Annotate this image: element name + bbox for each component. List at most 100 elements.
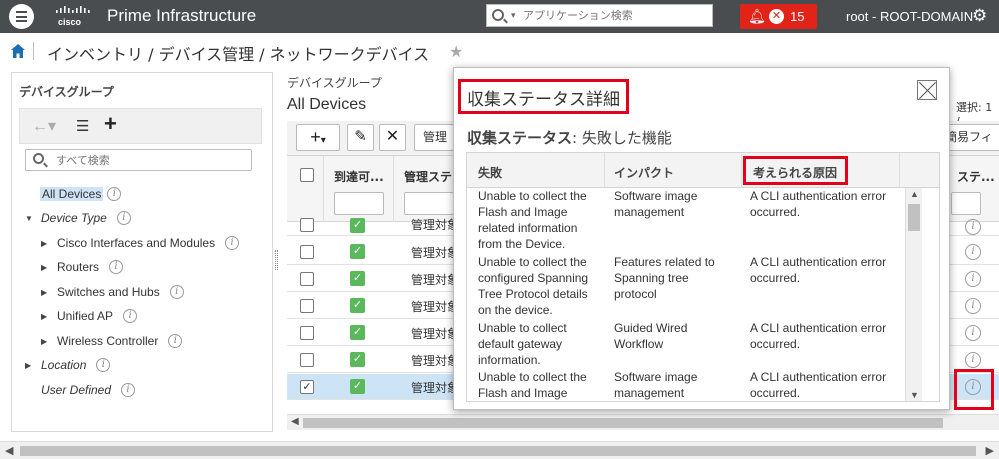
page-horizontal-scrollbar[interactable]: ◀ ▶ bbox=[0, 441, 999, 459]
info-icon[interactable]: i bbox=[121, 383, 136, 397]
expand-right-icon[interactable]: ▶ bbox=[41, 263, 53, 272]
info-icon[interactable]: i bbox=[107, 187, 122, 201]
row-info[interactable]: i bbox=[965, 270, 981, 287]
info-icon[interactable]: i bbox=[168, 334, 183, 348]
chevron-down-icon[interactable]: ▾ bbox=[511, 10, 516, 21]
column-impact[interactable]: インパクト bbox=[614, 164, 674, 181]
row-checkbox[interactable] bbox=[300, 326, 314, 340]
expand-right-icon[interactable]: ▶ bbox=[41, 337, 53, 346]
info-icon[interactable]: i bbox=[965, 298, 981, 314]
close-icon[interactable] bbox=[917, 80, 937, 100]
failure-row: Unable to collect the Flash and Image So… bbox=[467, 369, 905, 401]
search-icon bbox=[492, 9, 504, 21]
info-icon[interactable]: i bbox=[116, 211, 131, 225]
popup-vertical-scrollbar[interactable]: ▲ ▼ bbox=[905, 188, 922, 401]
delete-button[interactable]: ✕ bbox=[379, 124, 406, 151]
scroll-left-icon[interactable]: ◀ bbox=[291, 416, 299, 427]
scrollbar-thumb[interactable] bbox=[908, 204, 920, 231]
reachable-icon: ✓ bbox=[350, 298, 365, 313]
manage-button[interactable]: 管理 bbox=[414, 124, 454, 151]
column-reachability[interactable]: 到達可... bbox=[334, 168, 384, 185]
reachability-filter[interactable] bbox=[334, 192, 384, 215]
tree-item-device-type[interactable]: ▼ Device Type i bbox=[25, 208, 131, 228]
row-checkbox[interactable] bbox=[300, 299, 314, 313]
expand-right-icon[interactable]: ▶ bbox=[41, 288, 53, 297]
scroll-down-icon[interactable]: ▼ bbox=[910, 390, 919, 400]
info-icon[interactable]: i bbox=[965, 219, 981, 235]
breadcrumb-separator bbox=[33, 42, 34, 60]
info-icon[interactable]: i bbox=[169, 285, 184, 299]
row-info[interactable]: i bbox=[965, 243, 981, 260]
tree-item-user-defined[interactable]: User Defined i bbox=[41, 380, 136, 400]
info-icon[interactable]: i bbox=[965, 244, 981, 260]
failure-cell: Unable to collect the Flash and Image re… bbox=[478, 189, 587, 251]
info-icon[interactable]: i bbox=[965, 352, 981, 368]
app-search[interactable]: ▾ bbox=[486, 4, 713, 27]
tree-item-cisco-interfaces[interactable]: ▶ Cisco Interfaces and Modules i bbox=[41, 233, 240, 253]
add-device-button[interactable]: +▾ bbox=[296, 124, 340, 151]
add-group-icon[interactable]: + bbox=[104, 111, 117, 137]
column-divider bbox=[741, 153, 742, 188]
column-divider bbox=[323, 156, 324, 222]
row-info[interactable]: i bbox=[965, 297, 981, 314]
tree-item-switches[interactable]: ▶ Switches and Hubs i bbox=[41, 282, 184, 302]
scroll-up-icon[interactable]: ▲ bbox=[910, 189, 919, 199]
alarm-button[interactable]: 🔔︎ ✕ 15 bbox=[740, 4, 817, 29]
home-icon[interactable] bbox=[11, 44, 25, 58]
impact-cell: Guided Wired Workflow bbox=[614, 321, 688, 351]
gear-icon[interactable]: ⚙ bbox=[972, 6, 987, 26]
subtitle-rest: : 失敗した機能 bbox=[572, 129, 672, 147]
menu-icon[interactable] bbox=[9, 4, 34, 29]
row-info[interactable]: i bbox=[965, 218, 981, 235]
scroll-left-icon[interactable]: ◀ bbox=[5, 444, 13, 457]
admin-status-filter[interactable] bbox=[404, 192, 454, 215]
info-icon[interactable]: i bbox=[225, 236, 240, 250]
column-admin-status[interactable]: 管理ステ bbox=[404, 168, 452, 185]
tree-item-location[interactable]: ▶ Location i bbox=[25, 355, 111, 375]
edit-button[interactable]: ✎ bbox=[347, 124, 374, 151]
user-menu[interactable]: root - ROOT-DOMAIN bbox=[846, 9, 973, 24]
group-search[interactable] bbox=[25, 149, 252, 171]
scrollbar-thumb[interactable] bbox=[20, 446, 976, 456]
column-collection-status[interactable]: ステ... bbox=[957, 168, 995, 185]
expand-down-icon[interactable]: ▼ bbox=[25, 214, 37, 223]
expand-right-icon[interactable]: ▶ bbox=[41, 312, 53, 321]
expand-right-icon[interactable]: ▶ bbox=[25, 361, 37, 370]
info-icon[interactable]: i bbox=[96, 358, 111, 372]
admin-status-cell: 管理対象 bbox=[411, 246, 460, 260]
info-icon[interactable]: i bbox=[109, 260, 124, 274]
select-all-checkbox[interactable] bbox=[300, 168, 314, 182]
panel-splitter[interactable] bbox=[275, 250, 278, 270]
column-divider bbox=[899, 153, 900, 188]
scroll-right-icon[interactable]: ▶ bbox=[986, 444, 994, 457]
collection-status-filter[interactable] bbox=[951, 192, 981, 215]
expand-right-icon[interactable]: ▶ bbox=[41, 239, 53, 248]
scrollbar-thumb[interactable] bbox=[303, 418, 943, 428]
admin-status-cell: 管理対象 bbox=[411, 218, 460, 232]
tree-item-label: Cisco Interfaces and Modules bbox=[57, 236, 216, 250]
favorite-star-icon[interactable]: ★ bbox=[449, 42, 463, 62]
table-horizontal-scrollbar[interactable]: ◀ bbox=[287, 414, 999, 430]
row-info[interactable]: i bbox=[965, 324, 981, 341]
tree-item-unified-ap[interactable]: ▶ Unified AP i bbox=[41, 306, 138, 326]
tree-item-wireless-controller[interactable]: ▶ Wireless Controller i bbox=[41, 331, 183, 351]
tree-item-routers[interactable]: ▶ Routers i bbox=[41, 257, 124, 277]
info-icon[interactable]: i bbox=[965, 271, 981, 287]
row-checkbox[interactable] bbox=[300, 245, 314, 259]
row-checkbox[interactable] bbox=[300, 218, 314, 232]
row-info[interactable]: i bbox=[965, 351, 981, 368]
column-failure[interactable]: 失敗 bbox=[478, 164, 502, 181]
row-checkbox-checked[interactable]: ✓ bbox=[300, 380, 314, 394]
admin-status-cell: 管理対象 bbox=[411, 273, 460, 287]
breadcrumb: インベントリ / デバイス管理 / ネットワークデバイス bbox=[47, 45, 430, 64]
tree-item-all-devices[interactable]: All Devices i bbox=[40, 184, 122, 204]
app-search-input[interactable] bbox=[523, 7, 708, 24]
info-icon[interactable]: i bbox=[123, 309, 138, 323]
list-view-icon[interactable]: ☰ bbox=[76, 117, 89, 135]
row-checkbox[interactable] bbox=[300, 272, 314, 286]
back-arrow-icon[interactable]: ←▾ bbox=[32, 116, 56, 136]
row-checkbox[interactable] bbox=[300, 353, 314, 367]
cause-cell: A CLI authentication error occurred. bbox=[750, 189, 887, 219]
info-icon[interactable]: i bbox=[965, 325, 981, 341]
group-search-input[interactable] bbox=[56, 152, 246, 168]
